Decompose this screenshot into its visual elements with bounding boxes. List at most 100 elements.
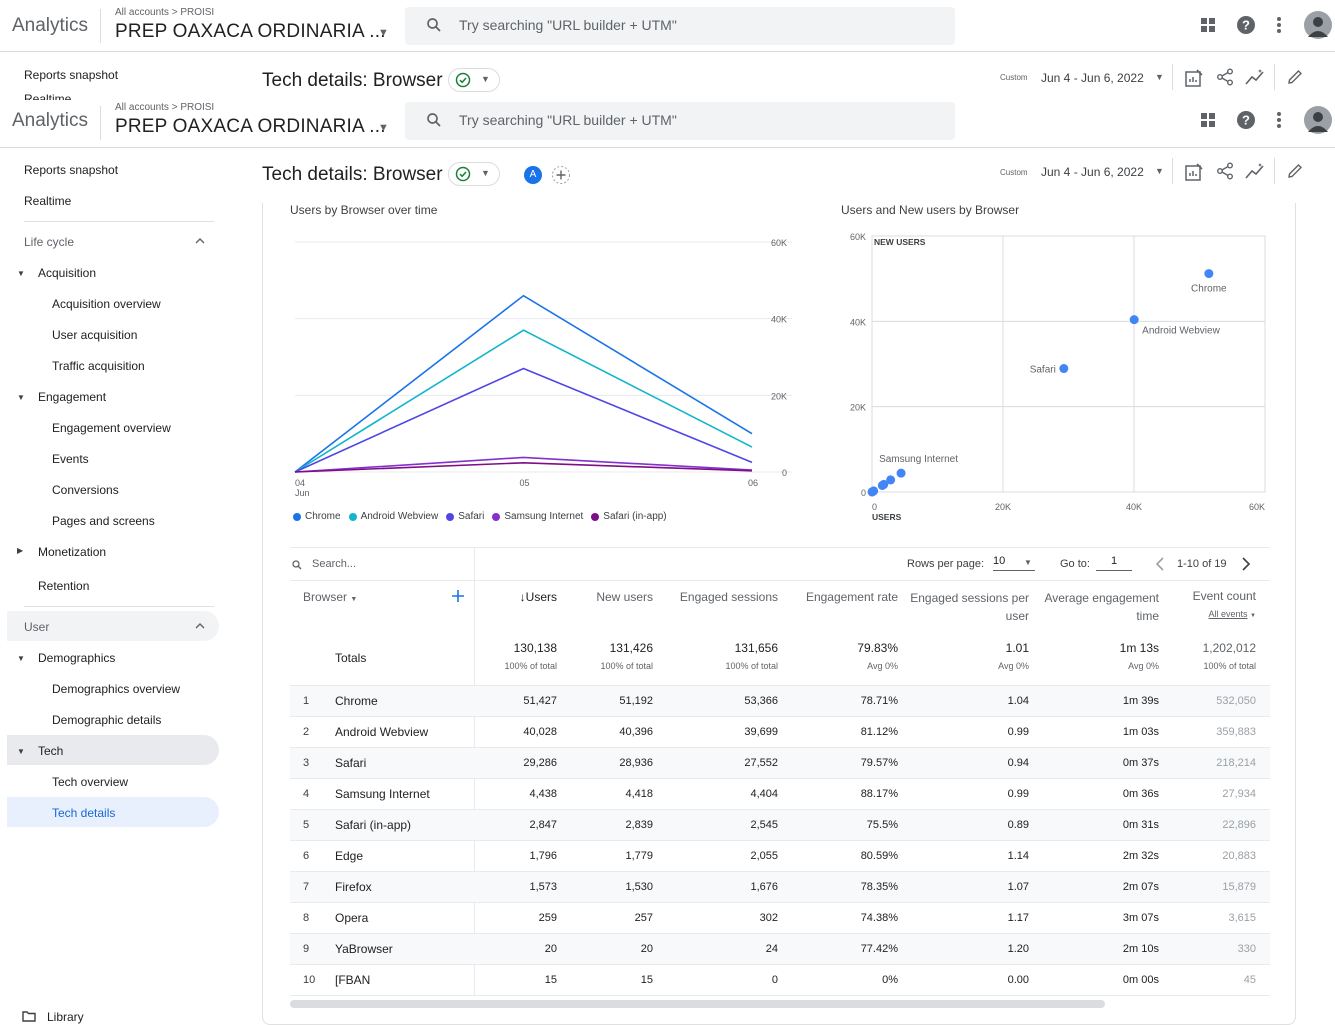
- more-vert-icon[interactable]: [1276, 111, 1282, 129]
- table-row-browser[interactable]: Samsung Internet: [335, 787, 430, 801]
- ghost-apps-grid-icon[interactable]: [1200, 17, 1216, 33]
- table-row-browser[interactable]: Edge: [335, 849, 363, 863]
- table-row-browser[interactable]: YaBrowser: [335, 942, 393, 956]
- sidebar-item-acquisition[interactable]: Acquisition: [38, 266, 96, 280]
- demographics-expand-icon[interactable]: ▼: [17, 654, 25, 663]
- ghost-avatar[interactable]: [1304, 11, 1332, 39]
- column-header-engaged-sessions-per-user[interactable]: Engaged sessions per user: [905, 589, 1029, 625]
- sidebar-item-tech-overview[interactable]: Tech overview: [52, 775, 128, 789]
- legend-item[interactable]: Samsung Internet: [492, 511, 583, 522]
- sidebar-item-demographic-details[interactable]: Demographic details: [52, 713, 161, 727]
- table-row-browser[interactable]: Opera: [335, 911, 368, 925]
- rows-per-page-chevron-icon[interactable]: ▼: [1024, 558, 1032, 567]
- ghost-date-caret[interactable]: ▼: [1155, 72, 1164, 82]
- sidebar-item-user-acquisition[interactable]: User acquisition: [52, 328, 137, 342]
- ghost-sidebar-reports-snapshot[interactable]: Reports snapshot: [24, 68, 118, 82]
- apps-grid-icon[interactable]: [1200, 112, 1216, 128]
- table-row-browser[interactable]: Chrome: [335, 694, 378, 708]
- ghost-insights-icon[interactable]: [1245, 68, 1265, 86]
- dimension-header[interactable]: Browser ▼: [303, 590, 357, 604]
- column-header-engagement-rate[interactable]: Engagement rate: [785, 590, 898, 604]
- tech-expand-icon[interactable]: ▼: [17, 747, 25, 756]
- table-row-browser[interactable]: [FBAN: [335, 973, 370, 987]
- ghost-chevron-down-icon[interactable]: ▼: [378, 27, 389, 39]
- ghost-help-icon[interactable]: ?: [1236, 15, 1256, 35]
- engagement-expand-icon[interactable]: ▼: [17, 393, 25, 402]
- scatter-point[interactable]: [1059, 364, 1069, 374]
- line-series-android-webview[interactable]: [294, 329, 753, 473]
- ghost-date-range[interactable]: Jun 4 - Jun 6, 2022: [1041, 71, 1144, 85]
- ghost-more-vert-icon[interactable]: [1276, 16, 1282, 34]
- avatar[interactable]: [1304, 106, 1332, 134]
- property-chevron-down-icon[interactable]: ▼: [378, 122, 389, 134]
- add-comparison-icon[interactable]: [551, 165, 571, 185]
- ghost-search-box[interactable]: Try searching "URL builder + UTM": [405, 7, 955, 45]
- sidebar-item-reports-snapshot[interactable]: Reports snapshot: [24, 163, 118, 177]
- column-header-new-users[interactable]: New users: [563, 590, 653, 604]
- acquisition-expand-icon[interactable]: ▼: [17, 269, 25, 278]
- search-box[interactable]: Try searching "URL builder + UTM": [405, 102, 955, 140]
- column-header-event-count[interactable]: Event count: [1170, 589, 1256, 603]
- sidebar-section-life-cycle[interactable]: Life cycle: [24, 235, 74, 249]
- sidebar-item-retention[interactable]: Retention: [38, 579, 89, 593]
- table-search-input[interactable]: Search...: [312, 558, 356, 570]
- table-row-browser[interactable]: Safari (in-app): [335, 818, 411, 832]
- account-breadcrumb[interactable]: All accounts > PROISI: [115, 102, 214, 113]
- report-status-pill[interactable]: ▼: [448, 162, 500, 186]
- legend-item[interactable]: Android Webview: [348, 511, 438, 522]
- horizontal-scrollbar[interactable]: [290, 1000, 1105, 1008]
- date-chevron-down-icon[interactable]: ▼: [1155, 166, 1164, 176]
- legend-item[interactable]: Safari (in-app): [591, 511, 667, 522]
- customize-report-icon[interactable]: [1185, 163, 1203, 181]
- date-range[interactable]: Jun 4 - Jun 6, 2022: [1041, 165, 1144, 179]
- insights-icon[interactable]: [1245, 162, 1265, 180]
- ghost-customize-report-icon[interactable]: [1185, 69, 1203, 87]
- column-header-users[interactable]: ↓Users: [476, 590, 557, 604]
- sidebar-item-acquisition-overview[interactable]: Acquisition overview: [52, 297, 161, 311]
- event-count-filter[interactable]: All events ▼: [1170, 609, 1257, 619]
- sidebar-item-engagement-overview[interactable]: Engagement overview: [52, 421, 171, 435]
- sidebar-item-library[interactable]: Library: [47, 1010, 84, 1024]
- user-collapse-chevron-icon[interactable]: [195, 622, 205, 630]
- sidebar-item-tech[interactable]: Tech: [38, 744, 63, 758]
- sidebar-item-demographics-overview[interactable]: Demographics overview: [52, 682, 180, 696]
- sidebar-item-realtime[interactable]: Realtime: [24, 194, 71, 208]
- sidebar-item-events[interactable]: Events: [52, 452, 89, 466]
- sidebar-item-tech-details[interactable]: Tech details: [52, 806, 115, 820]
- sidebar-item-engagement[interactable]: Engagement: [38, 390, 106, 404]
- ghost-status-pill[interactable]: ▼: [448, 68, 500, 92]
- legend-item[interactable]: Chrome: [293, 511, 341, 522]
- scatter-point[interactable]: [877, 480, 887, 490]
- column-header-engaged-sessions[interactable]: Engaged sessions: [658, 590, 778, 604]
- property-name[interactable]: PREP OAXACA ORDINARIA ...: [115, 116, 386, 138]
- scatter-point[interactable]: [1129, 315, 1139, 325]
- sidebar-item-demographics[interactable]: Demographics: [38, 651, 115, 665]
- sidebar-item-pages-and-screens[interactable]: Pages and screens: [52, 514, 155, 528]
- monetization-expand-icon[interactable]: ▶: [17, 546, 23, 555]
- collapse-chevron-icon[interactable]: [195, 237, 205, 245]
- sidebar-item-monetization[interactable]: Monetization: [38, 545, 106, 559]
- scatter-point[interactable]: [1204, 269, 1214, 279]
- next-page-icon[interactable]: [1241, 557, 1251, 571]
- table-row-browser[interactable]: Android Webview: [335, 725, 428, 739]
- scatter-point[interactable]: [896, 468, 906, 478]
- search-input[interactable]: Try searching "URL builder + UTM": [459, 112, 677, 128]
- table-row-browser[interactable]: Firefox: [335, 880, 372, 894]
- line-series-chrome[interactable]: [294, 294, 753, 473]
- sidebar-section-user[interactable]: User: [24, 620, 49, 634]
- share-icon[interactable]: [1216, 162, 1234, 180]
- prev-page-icon[interactable]: [1155, 557, 1165, 571]
- edit-icon[interactable]: [1286, 162, 1304, 180]
- help-icon[interactable]: ?: [1236, 110, 1256, 130]
- ghost-share-icon[interactable]: [1216, 68, 1234, 86]
- legend-item[interactable]: Safari: [446, 511, 484, 522]
- sidebar-item-traffic-acquisition[interactable]: Traffic acquisition: [52, 359, 145, 373]
- comparison-badge[interactable]: A: [524, 166, 542, 184]
- column-header-avg-engagement-time[interactable]: Average engagement time: [1040, 589, 1159, 625]
- scatter-point[interactable]: [867, 487, 877, 497]
- sidebar-item-conversions[interactable]: Conversions: [52, 483, 119, 497]
- ghost-property-name[interactable]: PREP OAXACA ORDINARIA ...: [115, 21, 386, 43]
- line-series-safari[interactable]: [294, 367, 753, 473]
- table-row-browser[interactable]: Safari: [335, 756, 366, 770]
- ghost-edit-icon[interactable]: [1286, 68, 1304, 86]
